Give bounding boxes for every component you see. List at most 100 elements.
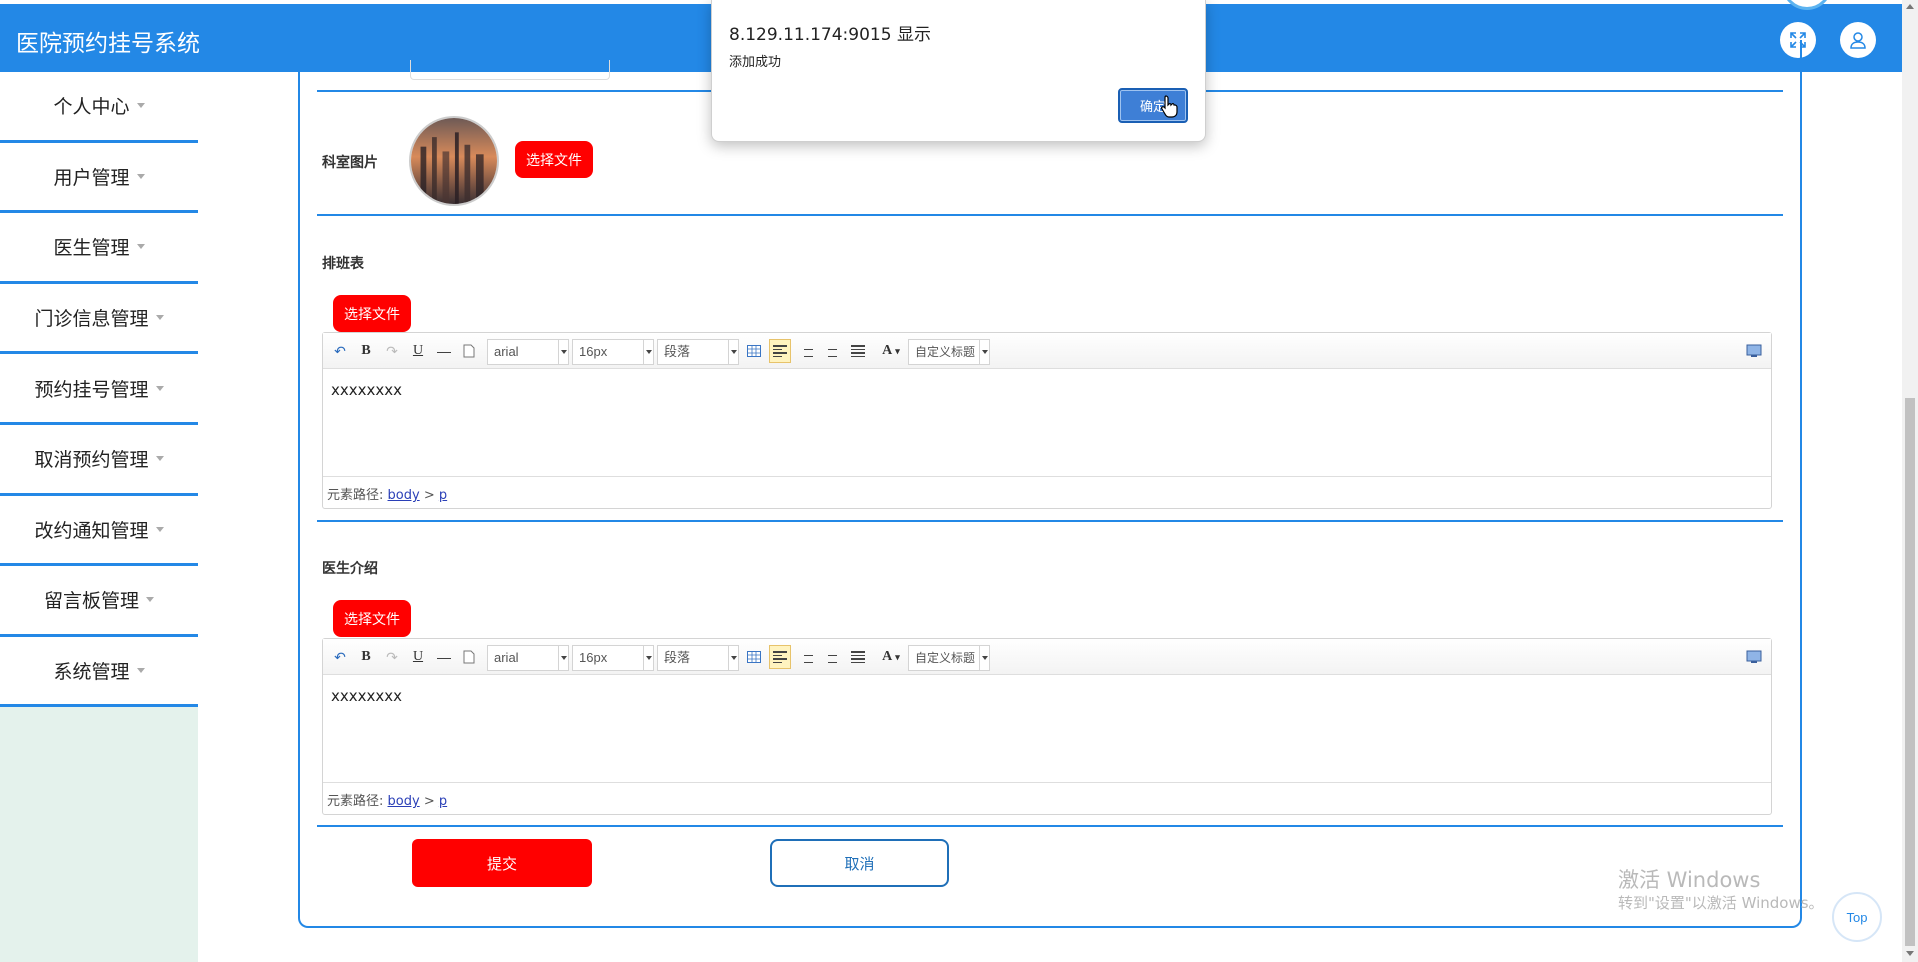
sidebar-item-reschedule-notice[interactable]: 改约通知管理 — [0, 495, 198, 567]
text-input-partial[interactable] — [410, 60, 610, 80]
divider — [317, 214, 1783, 216]
horizontal-rule-icon[interactable]: — — [435, 647, 453, 667]
bold-icon[interactable]: B — [357, 647, 375, 667]
align-justify-icon[interactable] — [849, 647, 867, 667]
font-family-select[interactable]: arial — [487, 645, 569, 671]
paragraph-select[interactable]: 段落 — [657, 645, 739, 671]
custom-title-value: 自定义标题 — [915, 651, 976, 665]
divider — [317, 520, 1783, 522]
align-right-icon[interactable] — [797, 341, 815, 361]
path-separator: > — [423, 488, 435, 503]
font-color-icon[interactable]: A ▾ — [877, 341, 905, 361]
align-center-icon[interactable] — [823, 647, 841, 667]
dialog-host: 8.129.11.174:9015 显示 — [729, 25, 931, 45]
windows-activation-watermark: 激活 Windows — [1618, 868, 1761, 892]
dropdown-arrow-icon — [643, 646, 653, 670]
scrollbar-thumb[interactable] — [1905, 398, 1915, 946]
undo-icon[interactable]: ↶ — [331, 647, 349, 667]
fullscreen-editor-icon[interactable] — [1745, 341, 1763, 361]
paragraph-value: 段落 — [664, 344, 691, 359]
align-left-icon[interactable] — [769, 645, 791, 669]
font-family-select[interactable]: arial — [487, 339, 569, 365]
windows-activation-hint: 转到"设置"以激活 Windows。 — [1618, 894, 1824, 912]
submit-button[interactable]: 提交 — [412, 839, 592, 887]
sidebar-item-cancel-appointment[interactable]: 取消预约管理 — [0, 424, 198, 496]
sidebar-item-label: 预约挂号管理 — [34, 378, 149, 401]
sidebar-item-appointment[interactable]: 预约挂号管理 — [0, 354, 198, 425]
sidebar-item-label: 个人中心 — [53, 96, 130, 119]
path-body-link[interactable]: body — [388, 488, 420, 503]
schedule-choose-file-button[interactable]: 选择文件 — [333, 295, 411, 332]
sidebar-item-system[interactable]: 系统管理 — [0, 636, 198, 708]
caret-down-icon — [155, 315, 164, 321]
sidebar-item-label: 医生管理 — [53, 237, 130, 260]
bold-icon[interactable]: B — [357, 341, 375, 361]
sidebar-item-clinic-info[interactable]: 门诊信息管理 — [0, 283, 198, 355]
caret-down-icon — [155, 456, 164, 462]
font-size-value: 16px — [579, 344, 608, 359]
font-family-value: arial — [494, 650, 519, 665]
align-justify-icon[interactable] — [849, 341, 867, 361]
schedule-content[interactable]: xxxxxxxx — [323, 369, 1771, 476]
path-prefix: 元素路径: — [327, 488, 384, 503]
align-left-icon[interactable] — [769, 339, 791, 363]
back-to-top-button[interactable]: Top — [1832, 892, 1882, 942]
fullscreen-editor-icon[interactable] — [1745, 647, 1763, 667]
caret-down-icon — [155, 385, 164, 391]
font-size-select[interactable]: 16px — [572, 645, 654, 671]
underline-icon[interactable]: U — [409, 341, 427, 361]
divider — [317, 825, 1783, 827]
sidebar-item-message-board[interactable]: 留言板管理 — [0, 566, 198, 637]
table-icon[interactable] — [745, 341, 763, 361]
schedule-label: 排班表 — [322, 256, 364, 272]
scroll-up-icon[interactable] — [1906, 4, 1914, 9]
font-color-icon[interactable]: A ▾ — [877, 647, 905, 667]
path-body-link[interactable]: body — [388, 794, 420, 809]
alert-dialog: 8.129.11.174:9015 显示 添加成功 确定 — [711, 0, 1206, 142]
sidebar-item-label: 改约通知管理 — [34, 519, 149, 542]
custom-title-value: 自定义标题 — [915, 345, 976, 359]
dept-image-choose-file-button[interactable]: 选择文件 — [515, 141, 593, 178]
font-size-select[interactable]: 16px — [572, 339, 654, 365]
cancel-button[interactable]: 取消 — [770, 839, 949, 887]
path-p-link[interactable]: p — [439, 794, 447, 809]
path-p-link[interactable]: p — [439, 488, 447, 503]
paragraph-value: 段落 — [664, 650, 691, 665]
sidebar-item-user-management[interactable]: 用户管理 — [0, 142, 198, 214]
table-icon[interactable] — [745, 647, 763, 667]
dropdown-arrow-icon — [643, 340, 653, 364]
sidebar: 个人中心 用户管理 医生管理 门诊信息管理 预约挂号管理 取消预约管理 改约通知… — [0, 72, 198, 962]
editor-toolbar: ↶ B ↷ U — arial 16px 段落 A ▾ 自定义标题 — [323, 333, 1771, 369]
paragraph-select[interactable]: 段落 — [657, 339, 739, 365]
horizontal-rule-icon[interactable]: — — [435, 341, 453, 361]
page-icon[interactable] — [461, 341, 477, 361]
sidebar-item-doctor-management[interactable]: 医生管理 — [0, 213, 198, 284]
path-prefix: 元素路径: — [327, 794, 384, 809]
dialog-message: 添加成功 — [729, 55, 782, 70]
page-icon[interactable] — [461, 647, 477, 667]
redo-icon[interactable]: ↷ — [383, 647, 401, 667]
custom-title-select[interactable]: 自定义标题 — [908, 645, 990, 671]
intro-content[interactable]: xxxxxxxx — [323, 675, 1771, 782]
path-separator: > — [423, 794, 435, 809]
sidebar-item-personal-center[interactable]: 个人中心 — [0, 72, 198, 143]
sidebar-item-label: 用户管理 — [53, 166, 130, 189]
editor-toolbar: ↶ B ↷ U — arial 16px 段落 A ▾ 自定义标题 — [323, 639, 1771, 675]
mouse-cursor-icon — [1161, 95, 1178, 118]
sidebar-item-label: 门诊信息管理 — [34, 308, 149, 331]
font-color-glyph: A — [882, 649, 893, 664]
page-scrollbar[interactable] — [1902, 0, 1918, 962]
align-right-icon[interactable] — [797, 647, 815, 667]
caret-down-icon — [136, 103, 145, 109]
redo-icon[interactable]: ↷ — [383, 341, 401, 361]
undo-icon[interactable]: ↶ — [331, 341, 349, 361]
intro-choose-file-button[interactable]: 选择文件 — [333, 600, 411, 637]
font-size-value: 16px — [579, 650, 608, 665]
custom-title-select[interactable]: 自定义标题 — [908, 339, 990, 365]
align-center-icon[interactable] — [823, 341, 841, 361]
dropdown-arrow-icon — [558, 646, 568, 670]
user-button[interactable] — [1840, 22, 1876, 58]
underline-icon[interactable]: U — [409, 647, 427, 667]
scroll-down-icon[interactable] — [1906, 951, 1914, 956]
sidebar-item-label: 系统管理 — [53, 661, 130, 684]
